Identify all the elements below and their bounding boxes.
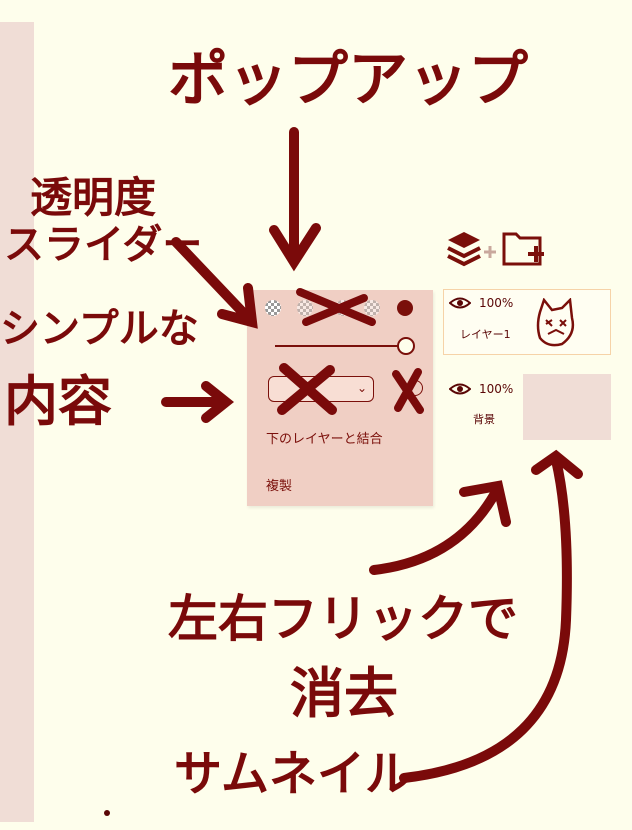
layers-add-icon[interactable] xyxy=(444,226,554,272)
eye-icon[interactable] xyxy=(449,382,471,396)
layer-opacity: 100% xyxy=(479,382,514,396)
annotation-flick-2: 消去 xyxy=(290,662,398,725)
layer-item-1[interactable]: 100% レイヤー1 xyxy=(443,289,611,355)
checker-swatch-dark[interactable] xyxy=(364,300,380,316)
merge-down-item[interactable]: 下のレイヤーと結合 xyxy=(266,428,383,447)
eye-icon[interactable] xyxy=(449,296,471,310)
side-panel-edge xyxy=(0,22,34,822)
annotation-opacity-slider-1: 透明度 xyxy=(30,173,156,222)
transparent-swatch[interactable] xyxy=(265,300,281,316)
arrow-to-contents xyxy=(161,381,235,423)
layer-opacity: 100% xyxy=(479,296,514,310)
layer-thumbnail xyxy=(536,298,575,347)
opacity-slider-track[interactable] xyxy=(275,345,400,347)
chevron-down-icon: ⌄ xyxy=(356,381,367,395)
checker-swatch-medium[interactable] xyxy=(335,300,351,316)
arrow-to-slider xyxy=(171,237,258,329)
annotation-popup: ポップアップ xyxy=(168,45,528,115)
layer-thumbnail xyxy=(523,374,611,440)
blend-mode-select[interactable]: ⌄ xyxy=(268,376,374,402)
layer-name: 背景 xyxy=(473,413,495,426)
layer-name: レイヤー1 xyxy=(460,328,511,341)
opacity-slider-thumb[interactable] xyxy=(397,337,415,355)
layer-toolbar xyxy=(444,226,554,272)
annotation-flick-1: 左右フリックで xyxy=(168,590,518,648)
checker-swatch-light[interactable] xyxy=(297,300,313,316)
annotation-thumbnail: サムネイル xyxy=(174,746,413,802)
layer-popup: ⌄ 下のレイヤーと結合 複製 xyxy=(247,290,433,506)
stray-dot xyxy=(104,810,110,816)
solid-color-swatch[interactable] xyxy=(397,300,413,316)
layer-item-2[interactable]: 100% 背景 xyxy=(443,372,611,440)
duplicate-item[interactable]: 複製 xyxy=(266,475,292,494)
arrow-down xyxy=(269,127,321,272)
lock-icon[interactable] xyxy=(407,380,423,396)
